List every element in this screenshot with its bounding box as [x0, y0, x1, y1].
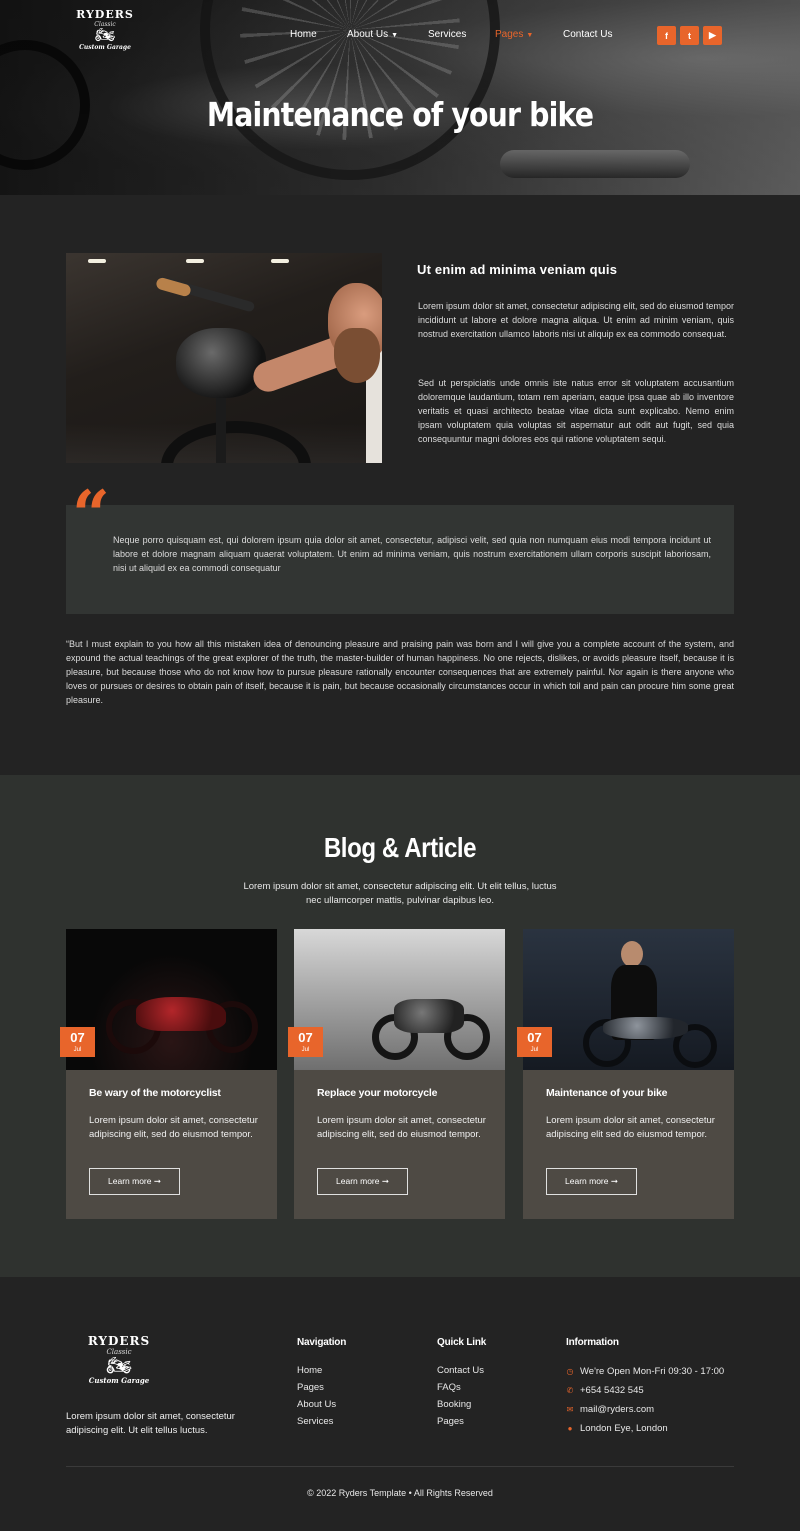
copyright: © 2022 Ryders Template • All Rights Rese…	[307, 1488, 493, 1498]
chevron-down-icon: ▼	[526, 32, 534, 39]
learn-more-button[interactable]: Learn more ➞	[89, 1168, 180, 1195]
card-image	[294, 929, 505, 1070]
card-text: Lorem ipsum dolor sit amet, consectetur …	[317, 1115, 486, 1140]
youtube-icon[interactable]: ▶	[703, 26, 722, 45]
footer-logo[interactable]: RYDERS Classic 🏍 Custom Garage	[78, 1334, 160, 1400]
card-title[interactable]: Be wary of the motorcyclist	[89, 1087, 221, 1099]
mechanic-photo	[66, 253, 382, 463]
date-badge: 07 Jul	[517, 1027, 552, 1057]
footer-link-faqs[interactable]: FAQs	[437, 1379, 486, 1396]
footer-link-about-us[interactable]: About Us	[297, 1396, 346, 1413]
footer-heading: Information	[566, 1337, 619, 1348]
footer-link-pages[interactable]: Pages	[297, 1379, 346, 1396]
card-text: Lorem ipsum dolor sit amet, consectetur …	[546, 1115, 715, 1140]
location-icon: ●	[567, 1424, 573, 1433]
logo-tag: Custom Garage	[79, 44, 131, 51]
clock-icon: ◷	[566, 1367, 574, 1376]
info-hours: ◷ We're Open Mon-Fri 09:30 - 17:00	[566, 1362, 725, 1381]
blog-title: Blog & Article	[323, 832, 477, 863]
nav-about-us[interactable]: About Us ▼	[347, 29, 398, 40]
nav-pages[interactable]: Pages ▼	[495, 29, 533, 40]
blog-card[interactable]: 07 Jul Maintenance of your bike Lorem ip…	[517, 929, 734, 1219]
footer-link-home[interactable]: Home	[297, 1362, 346, 1379]
quote-text: Neque porro quisquam est, qui dolorem ip…	[113, 535, 711, 573]
footer-link-contact-us[interactable]: Contact Us	[437, 1362, 486, 1379]
footer-link-pages[interactable]: Pages	[437, 1413, 486, 1430]
phone-icon: ✆	[566, 1386, 574, 1395]
footer-quick-links: Quick Link Contact Us FAQs Booking Pages	[437, 1337, 486, 1430]
footer-about: Lorem ipsum dolor sit amet, consectetur …	[66, 1411, 235, 1436]
info-phone[interactable]: ✆ +654 5432 545	[566, 1381, 724, 1400]
nav-services[interactable]: Services	[428, 29, 466, 40]
date-badge: 07 Jul	[288, 1027, 323, 1057]
learn-more-button[interactable]: Learn more ➞	[546, 1168, 637, 1195]
quote-icon: “	[72, 476, 110, 554]
footer-link-booking[interactable]: Booking	[437, 1396, 486, 1413]
card-image	[523, 929, 734, 1070]
footer-navigation: Navigation Home Pages About Us Services	[297, 1337, 346, 1430]
card-text: Lorem ipsum dolor sit amet, consectetur …	[89, 1115, 258, 1140]
mail-icon: ✉	[566, 1405, 574, 1414]
blog-card[interactable]: 07 Jul Be wary of the motorcyclist Lorem…	[60, 929, 277, 1219]
twitter-icon[interactable]: t	[680, 26, 699, 45]
chevron-down-icon: ▼	[391, 32, 399, 39]
footer-link-services[interactable]: Services	[297, 1413, 346, 1430]
date-badge: 07 Jul	[60, 1027, 95, 1057]
facebook-icon[interactable]: f	[657, 26, 676, 45]
footer-information: Information ◷ We're Open Mon-Fri 09:30 - …	[566, 1337, 724, 1438]
motorcycle-icon: 🏍	[106, 1355, 132, 1377]
nav-home[interactable]: Home	[290, 29, 317, 40]
motorcycle-icon: 🏍	[94, 27, 116, 44]
article-body: “But I must explain to you how all this …	[66, 639, 734, 705]
article-heading: Ut enim ad minima veniam quis	[417, 262, 618, 277]
card-image	[66, 929, 277, 1070]
footer-heading: Navigation	[297, 1337, 347, 1348]
nav-contact-us[interactable]: Contact Us	[563, 29, 612, 40]
article-paragraph: Sed ut perspiciatis unde omnis iste natu…	[418, 378, 734, 444]
learn-more-button[interactable]: Learn more ➞	[317, 1168, 408, 1195]
blog-subtitle: Lorem ipsum dolor sit amet, consectetur …	[243, 881, 557, 906]
footer-heading: Quick Link	[437, 1337, 487, 1348]
social-links: f t ▶	[657, 26, 722, 45]
footer-divider	[66, 1466, 734, 1467]
blog-card[interactable]: 07 Jul Replace your motorcycle Lorem ips…	[288, 929, 505, 1219]
article-paragraph: Lorem ipsum dolor sit amet, consectetur …	[418, 301, 734, 339]
card-title[interactable]: Maintenance of your bike	[546, 1087, 667, 1099]
card-title[interactable]: Replace your motorcycle	[317, 1087, 437, 1099]
info-email[interactable]: ✉ mail@ryders.com	[566, 1400, 724, 1419]
logo-brand: RYDERS	[76, 8, 134, 21]
site-logo[interactable]: RYDERS Classic 🏍 Custom Garage	[72, 8, 138, 62]
page-title: Maintenance of your bike	[206, 95, 594, 134]
info-location: ● London Eye, London	[566, 1419, 724, 1438]
